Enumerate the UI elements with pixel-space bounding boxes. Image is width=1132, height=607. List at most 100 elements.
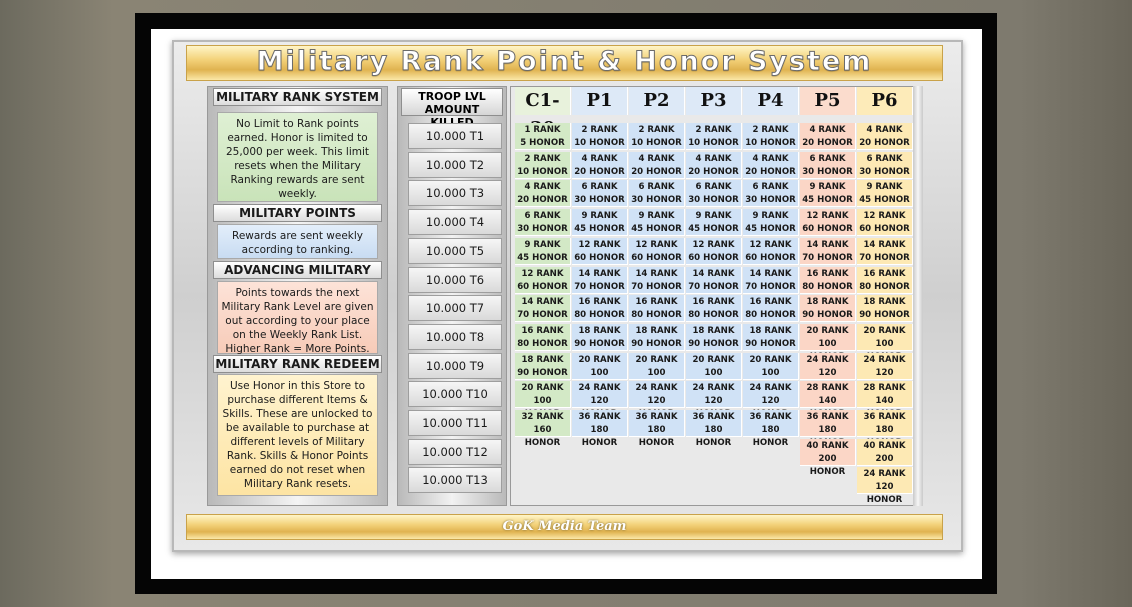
rank-points: 36 RANK bbox=[578, 412, 621, 422]
reward-cell: 4 RANK 20 HONOR bbox=[800, 123, 856, 150]
rank-points: 18 RANK bbox=[635, 325, 678, 336]
reward-cell: 6 RANK 30 HONOR bbox=[629, 180, 685, 208]
honor-points: 90 HONOR bbox=[688, 338, 739, 349]
honor-points: 45 HONOR bbox=[574, 224, 625, 235]
honor-points: 70 HONOR bbox=[517, 310, 568, 321]
honor-points: 90 HONOR bbox=[631, 338, 682, 349]
honor-points: 5 HONOR bbox=[520, 138, 565, 148]
rank-points: 16 RANK bbox=[863, 268, 906, 279]
honor-points: 20 HONOR bbox=[688, 166, 739, 177]
rank-points: 6 RANK bbox=[638, 182, 675, 193]
rank-points: 24 RANK bbox=[863, 469, 906, 480]
honor-points: 45 HONOR bbox=[745, 224, 796, 235]
section-body-rank-system: No Limit to Rank points earned. Honor is… bbox=[217, 112, 378, 202]
reward-cell: 24 RANK120 HONOR bbox=[629, 381, 685, 419]
honor-points: 10 HONOR bbox=[631, 138, 682, 148]
reward-cell: 4 RANK 20 HONOR bbox=[629, 151, 685, 179]
reward-cell: 12 RANK 60 HONOR bbox=[686, 237, 742, 265]
honor-points: 45 HONOR bbox=[631, 224, 682, 235]
reward-cell: 24 RANK120 HONOR bbox=[857, 467, 913, 505]
rank-points: 36 RANK bbox=[692, 412, 735, 422]
rank-points: 18 RANK bbox=[863, 297, 906, 308]
reward-cell: 12 RANK 60 HONOR bbox=[743, 237, 799, 265]
troop-level-cell: 10.000 T11 bbox=[408, 410, 502, 436]
reward-cell: 40 RANK200 HONOR bbox=[857, 438, 913, 477]
reward-cell: 24 RANK120 HONOR bbox=[857, 352, 913, 391]
honor-points: 80 HONOR bbox=[517, 338, 568, 349]
rank-points: 14 RANK bbox=[635, 268, 678, 279]
rank-points: 4 RANK bbox=[809, 125, 846, 135]
rank-points: 4 RANK bbox=[866, 125, 903, 135]
rank-points: 14 RANK bbox=[749, 268, 792, 279]
reward-cell: 18 RANK 90 HONOR bbox=[629, 323, 685, 351]
troop-level-cell: 10.000 T10 bbox=[408, 381, 502, 408]
honor-points: 80 HONOR bbox=[802, 281, 853, 292]
rank-points: 4 RANK bbox=[524, 182, 561, 193]
rank-points: 16 RANK bbox=[806, 268, 849, 279]
rank-points: 6 RANK bbox=[581, 182, 618, 193]
rank-points: 12 RANK bbox=[578, 239, 621, 250]
column-header-p5: P5 bbox=[800, 87, 856, 115]
rank-points: 16 RANK bbox=[578, 297, 621, 308]
rank-points: 6 RANK bbox=[524, 211, 561, 222]
reward-cell: 12 RANK 60 HONOR bbox=[800, 209, 856, 237]
rank-points: 20 RANK bbox=[635, 354, 678, 365]
honor-points: 60 HONOR bbox=[688, 252, 739, 263]
reward-cell: 2 RANK 10 HONOR bbox=[572, 123, 628, 150]
troop-level-cell: 10.000 T2 bbox=[408, 151, 502, 178]
column-header-p4: P4 bbox=[743, 87, 799, 115]
honor-points: 90 HONOR bbox=[574, 338, 625, 349]
reward-cell: 9 RANK 45 HONOR bbox=[572, 209, 628, 237]
honor-points: 90 HONOR bbox=[802, 310, 853, 321]
honor-points: 30 HONOR bbox=[517, 224, 568, 235]
rank-points: 14 RANK bbox=[578, 268, 621, 279]
reward-cell: 18 RANK 90 HONOR bbox=[743, 323, 799, 351]
honor-points: 60 HONOR bbox=[574, 252, 625, 263]
reward-cell: 14 RANK 70 HONOR bbox=[686, 266, 742, 294]
section-heading-rank-system: MILITARY RANK SYSTEM bbox=[213, 88, 382, 106]
rank-points: 6 RANK bbox=[866, 153, 903, 164]
honor-points: 90 HONOR bbox=[517, 367, 568, 378]
honor-points: 10 HONOR bbox=[517, 166, 568, 177]
reward-cell: 20 RANK100 HONOR bbox=[572, 352, 628, 391]
column-header-p2: P2 bbox=[629, 87, 685, 115]
honor-points: 90 HONOR bbox=[859, 310, 910, 321]
rank-points: 20 RANK bbox=[749, 354, 792, 365]
honor-points: 45 HONOR bbox=[802, 195, 853, 206]
reward-cell: 20 RANK100 HONOR bbox=[515, 381, 571, 419]
grid-right-bar bbox=[913, 86, 923, 506]
reward-cell: 12 RANK 60 HONOR bbox=[629, 237, 685, 265]
honor-points: 160 HONOR bbox=[524, 425, 561, 448]
reward-cell: 9 RANK 45 HONOR bbox=[686, 209, 742, 237]
reward-cell: 32 RANK 160 HONOR bbox=[515, 410, 571, 448]
section-body-advancing-rank: Points towards the next Military Rank Le… bbox=[217, 281, 378, 355]
troop-level-cell: 10.000 T9 bbox=[408, 352, 502, 379]
rank-points: 24 RANK bbox=[806, 354, 849, 365]
reward-cell: 2 RANK 10 HONOR bbox=[515, 151, 571, 179]
rank-points: 24 RANK bbox=[635, 383, 678, 394]
reward-cell: 9 RANK 45 HONOR bbox=[629, 209, 685, 237]
page-title: Military Rank Point & Honor System bbox=[256, 46, 873, 78]
troop-column-header: TROOP LVL AMOUNT KILLED bbox=[401, 88, 503, 129]
rank-points: 12 RANK bbox=[692, 239, 735, 250]
reward-cell: 6 RANK 30 HONOR bbox=[686, 180, 742, 208]
honor-points: 70 HONOR bbox=[859, 252, 910, 263]
rank-points: 12 RANK bbox=[521, 268, 564, 279]
reward-cell: 20 RANK100 HONOR bbox=[629, 352, 685, 391]
rank-points: 9 RANK bbox=[524, 239, 561, 250]
reward-cell: 14 RANK 70 HONOR bbox=[857, 237, 913, 265]
honor-points: 60 HONOR bbox=[745, 252, 796, 263]
rank-points: 9 RANK bbox=[752, 211, 789, 222]
reward-cell: 6 RANK 30 HONOR bbox=[572, 180, 628, 208]
honor-points: 60 HONOR bbox=[631, 252, 682, 263]
rank-points: 12 RANK bbox=[863, 211, 906, 222]
honor-points: 20 HONOR bbox=[631, 166, 682, 177]
reward-cell: 40 RANK200 HONOR bbox=[800, 438, 856, 477]
rank-points: 36 RANK bbox=[863, 412, 906, 422]
reward-cell: 14 RANK 70 HONOR bbox=[800, 237, 856, 265]
honor-points: 80 HONOR bbox=[631, 310, 682, 321]
reward-cell: 9 RANK 45 HONOR bbox=[515, 237, 571, 265]
honor-points: 30 HONOR bbox=[859, 166, 910, 177]
column-header-p6: P6 bbox=[857, 87, 913, 115]
honor-points: 70 HONOR bbox=[688, 281, 739, 292]
